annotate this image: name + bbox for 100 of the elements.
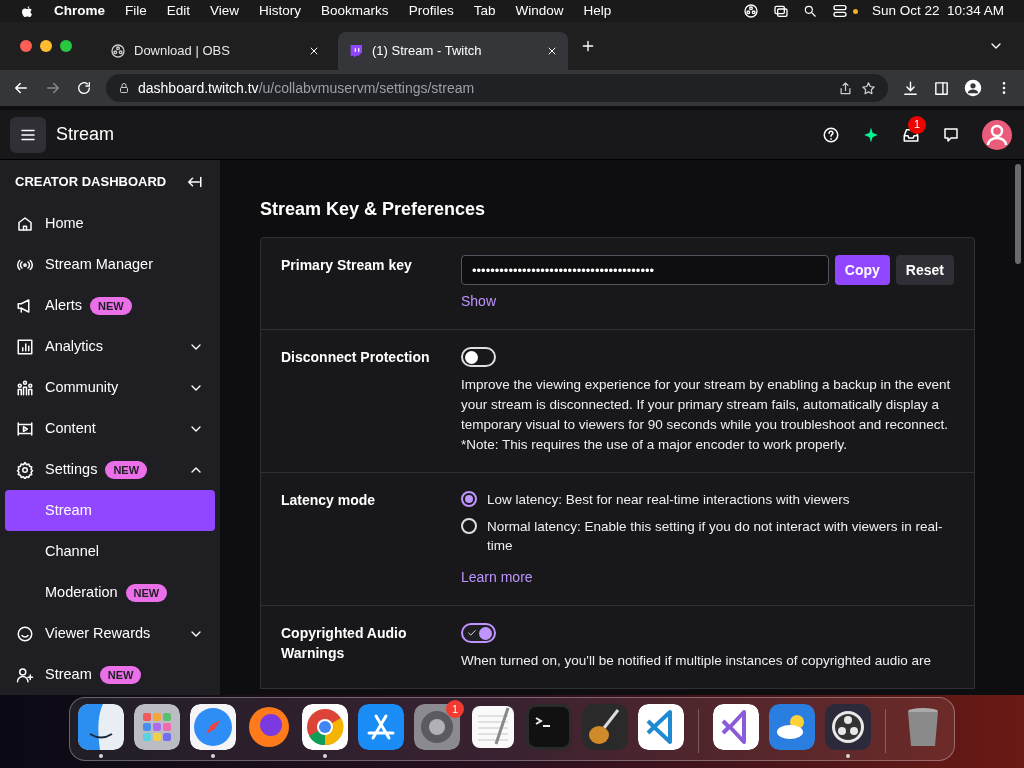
settings-icon[interactable] [414,704,460,750]
home-icon [16,214,34,233]
finder-icon[interactable] [78,704,124,750]
sidebar-label: Content [45,418,96,438]
show-link[interactable]: Show [461,291,497,312]
new-badge: NEW [90,296,132,315]
help-icon [822,125,840,144]
sidebar-item[interactable]: Stream Manager [0,244,220,285]
smile-icon [16,624,34,643]
menu-button[interactable] [10,116,46,153]
search-icon [802,4,817,18]
setting-label: Latency mode [281,491,377,510]
sidebar-label: Home [45,213,84,233]
menu-item[interactable]: Edit [166,0,191,22]
chart-icon [16,337,34,356]
sidebar-label: Stream [45,664,92,684]
sidebar-label: Stream Manager [45,254,153,274]
section-title: Stream Key & Preferences [260,198,487,221]
sidebar-label: Viewer Rewards [45,623,151,643]
compass-icon[interactable] [190,704,236,750]
menu-item[interactable]: Window [515,0,564,22]
sidebar-label: Alerts [45,295,83,315]
zoom-window-icon[interactable] [60,40,72,52]
check-icon [467,628,477,638]
new-badge: NEW [99,665,142,684]
description-text: When turned on, you'll be notified if multiple instances of copyrighted audio are [461,652,932,670]
menu-item[interactable]: Help [583,0,612,22]
new-tab-icon [580,38,596,54]
video-icon [16,419,34,438]
learn-more-link[interactable]: Learn more [461,567,533,588]
toggle-switch[interactable] [461,623,496,643]
add-user-icon [16,665,34,684]
radio-label: Normal latency: Enable this setting if you do not interact with viewers in real-time [487,518,944,555]
radio-button[interactable] [461,491,477,507]
stream-key-field[interactable]: •••••••••••••••••••••••••••••••••••••••• [461,255,829,285]
avatar-icon[interactable] [982,119,1012,150]
reset-button[interactable]: Reset [895,255,954,285]
menu-item[interactable]: File [125,0,147,22]
copy-button[interactable]: Copy [834,255,890,285]
notification-badge: 1 [908,115,926,134]
app-store-icon[interactable] [358,704,404,750]
people-icon [16,378,34,397]
reload-icon [76,80,92,96]
sidebar-heading: CREATOR DASHBOARD [15,172,167,191]
menu-item[interactable]: Tab [473,0,496,22]
menubar-clock: Sun Oct 22 10:34 AM [871,1,1004,20]
tab-title: Download | OBS [134,42,231,61]
download-icon [902,79,919,97]
scrollbar-thumb[interactable] [1015,164,1021,264]
launchpad-icon[interactable] [134,704,180,750]
sidebar-label: Settings [45,459,98,479]
obs-icon [110,43,126,59]
description-text: Improve the viewing experience for your stream by enabling a backup in the event your stream is disconnected. If your primary stream fails, automatically display a temporary visual to viewers for 90 seconds while you troubleshoot and reconnect. *Note: This requires the use of a major encoder to work properly. [461,376,952,454]
sidebar-item[interactable]: Alerts NEW [0,285,220,326]
menu-item[interactable]: View [210,0,240,22]
settings-icon [16,460,34,479]
weather-icon[interactable] [769,704,815,750]
share-icon [838,80,853,96]
sidebar-item[interactable]: Content [0,408,220,449]
side-panel-icon [933,79,950,97]
setting-label: Disconnect Protection [281,348,431,367]
sidebar-subitem[interactable]: Channel [5,531,215,572]
radio-label: Low latency: Best for near real-time interactions with viewers [487,491,850,509]
visual-studio-icon[interactable] [713,704,759,750]
app-menu[interactable]: Chrome [54,0,105,22]
sidebar-subitem[interactable]: Stream [5,490,215,531]
setting-label: Copyrighted Audio Warnings [281,624,408,663]
sidebar-item[interactable]: Home [0,203,220,244]
chrome-icon[interactable] [302,704,348,750]
profile-icon[interactable] [964,79,982,97]
menu-item[interactable]: History [259,0,302,22]
address-bar[interactable]: dashboard.twitch.tv/u/collabvmuservm/settings/stream [106,74,888,102]
sidebar-item[interactable]: Viewer Rewards [0,613,220,654]
setting-label: Primary Stream key [281,256,413,275]
lock-icon [118,82,130,94]
browser-tab[interactable]: Download | OBS [100,32,330,70]
menu-item[interactable]: Bookmarks [321,0,389,22]
browser-tab[interactable]: (1) Stream - Twitch [338,32,568,70]
page-title: Stream [56,123,115,146]
sidebar-item[interactable]: Analytics [0,326,220,367]
sidebar-item[interactable]: Community [0,367,220,408]
sidebar-item[interactable]: Settings NEW [0,449,220,490]
new-badge: NEW [125,583,168,602]
close-icon [308,45,320,57]
sidebar-item[interactable]: Stream NEW [0,654,220,695]
tab-title: (1) Stream - Twitch [372,42,483,61]
notification-badge: 1 [446,700,464,718]
code-editor-icon[interactable] [638,704,684,750]
close-icon [546,45,558,57]
twitch-icon [348,43,364,59]
chat-icon [942,125,960,144]
control-center-icon [830,3,849,19]
sidebar-subitem[interactable]: Moderation NEW [5,572,215,613]
close-window-icon[interactable] [20,40,32,52]
minimize-window-icon[interactable] [40,40,52,52]
screen-mirroring-icon [772,3,789,19]
url-text: dashboard.twitch.tv/u/collabvmuservm/settings/stream [138,78,476,98]
obs-icon[interactable] [825,704,871,750]
menu-item[interactable]: Profiles [408,0,454,22]
notepad-icon[interactable] [470,704,516,750]
